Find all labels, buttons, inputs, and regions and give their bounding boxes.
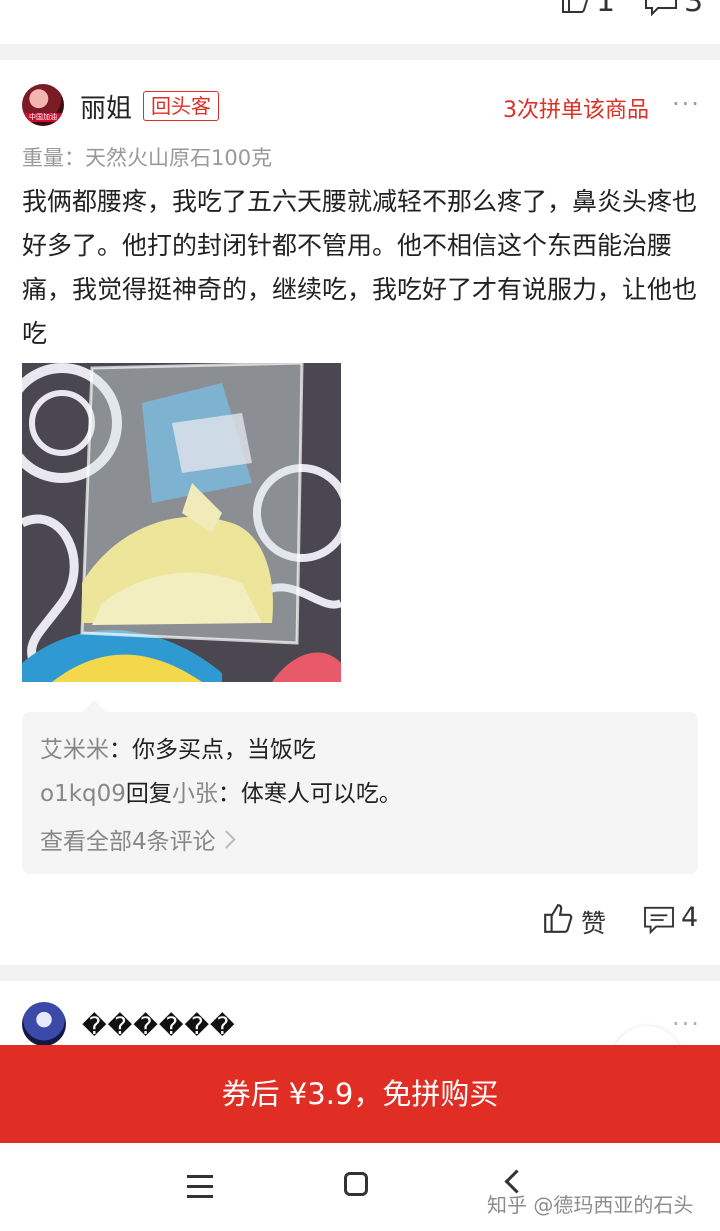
menu-icon[interactable] xyxy=(187,1175,213,1205)
chevron-right-icon xyxy=(216,830,236,849)
system-navigation-bar: 知乎 @德玛西亚的石头 xyxy=(0,1143,720,1231)
comments-preview: 艾米米：你多买点，当饭吃 o1kq09回复小张：体寒人可以吃。 查看全部4条评论 xyxy=(22,700,698,874)
section-divider xyxy=(0,44,720,60)
reply-target[interactable]: 小张 xyxy=(172,781,218,807)
review-photo[interactable] xyxy=(22,363,341,682)
like-count: 1 xyxy=(596,0,616,19)
home-icon[interactable] xyxy=(344,1172,368,1196)
comment-icon[interactable] xyxy=(642,906,676,934)
comment-content: 体寒人可以吃。 xyxy=(240,781,402,807)
comment-separator: ： xyxy=(109,737,132,763)
product-spec: 重量：天然火山原石100克 xyxy=(22,146,273,170)
comment-count: 3 xyxy=(684,0,704,19)
more-options-icon[interactable]: ··· xyxy=(672,1010,701,1038)
reviewer-name[interactable]: ������ xyxy=(82,1012,236,1040)
comment-separator: ： xyxy=(217,781,241,807)
view-all-comments-link[interactable]: 查看全部4条评论 xyxy=(40,822,236,856)
review-actions: 赞 4 xyxy=(0,896,720,946)
comment-author[interactable]: 艾米米 xyxy=(40,737,109,763)
comment-content: 你多买点，当饭吃 xyxy=(132,737,316,763)
thumbs-up-icon[interactable] xyxy=(542,902,574,934)
avatar-tag: 中国加油 xyxy=(24,113,62,122)
comment-item[interactable]: 艾米米：你多买点，当饭吃 xyxy=(40,730,316,764)
repeat-customer-badge: 回头客 xyxy=(143,91,219,121)
buy-without-group-button[interactable]: 券后 ¥3.9，免拼购买 xyxy=(0,1045,720,1143)
more-options-icon[interactable]: ··· xyxy=(672,90,701,118)
thumbs-up-icon[interactable] xyxy=(560,0,590,14)
reply-label: 回复 xyxy=(125,781,172,807)
like-button-label[interactable]: 赞 xyxy=(581,904,606,940)
comment-icon[interactable] xyxy=(644,0,678,16)
watermark: 知乎 @德玛西亚的石头 xyxy=(487,1193,694,1217)
purchase-count: 3次拼单该商品 xyxy=(503,98,649,123)
section-divider xyxy=(0,965,720,981)
avatar[interactable]: 中国加油 xyxy=(22,84,64,126)
comment-item[interactable]: o1kq09回复小张：体寒人可以吃。 xyxy=(40,774,402,808)
avatar[interactable] xyxy=(22,1002,66,1046)
previous-post-actions: 1 3 xyxy=(0,0,720,44)
review-text: 我俩都腰疼，我吃了五六天腰就减轻不那么疼了，鼻炎头疼也好多了。他打的封闭针都不管… xyxy=(22,187,698,348)
comment-author[interactable]: o1kq09 xyxy=(40,781,126,807)
reviewer-name[interactable]: 丽姐 xyxy=(80,88,132,125)
view-all-label: 查看全部4条评论 xyxy=(40,829,216,855)
comment-count: 4 xyxy=(681,902,699,933)
